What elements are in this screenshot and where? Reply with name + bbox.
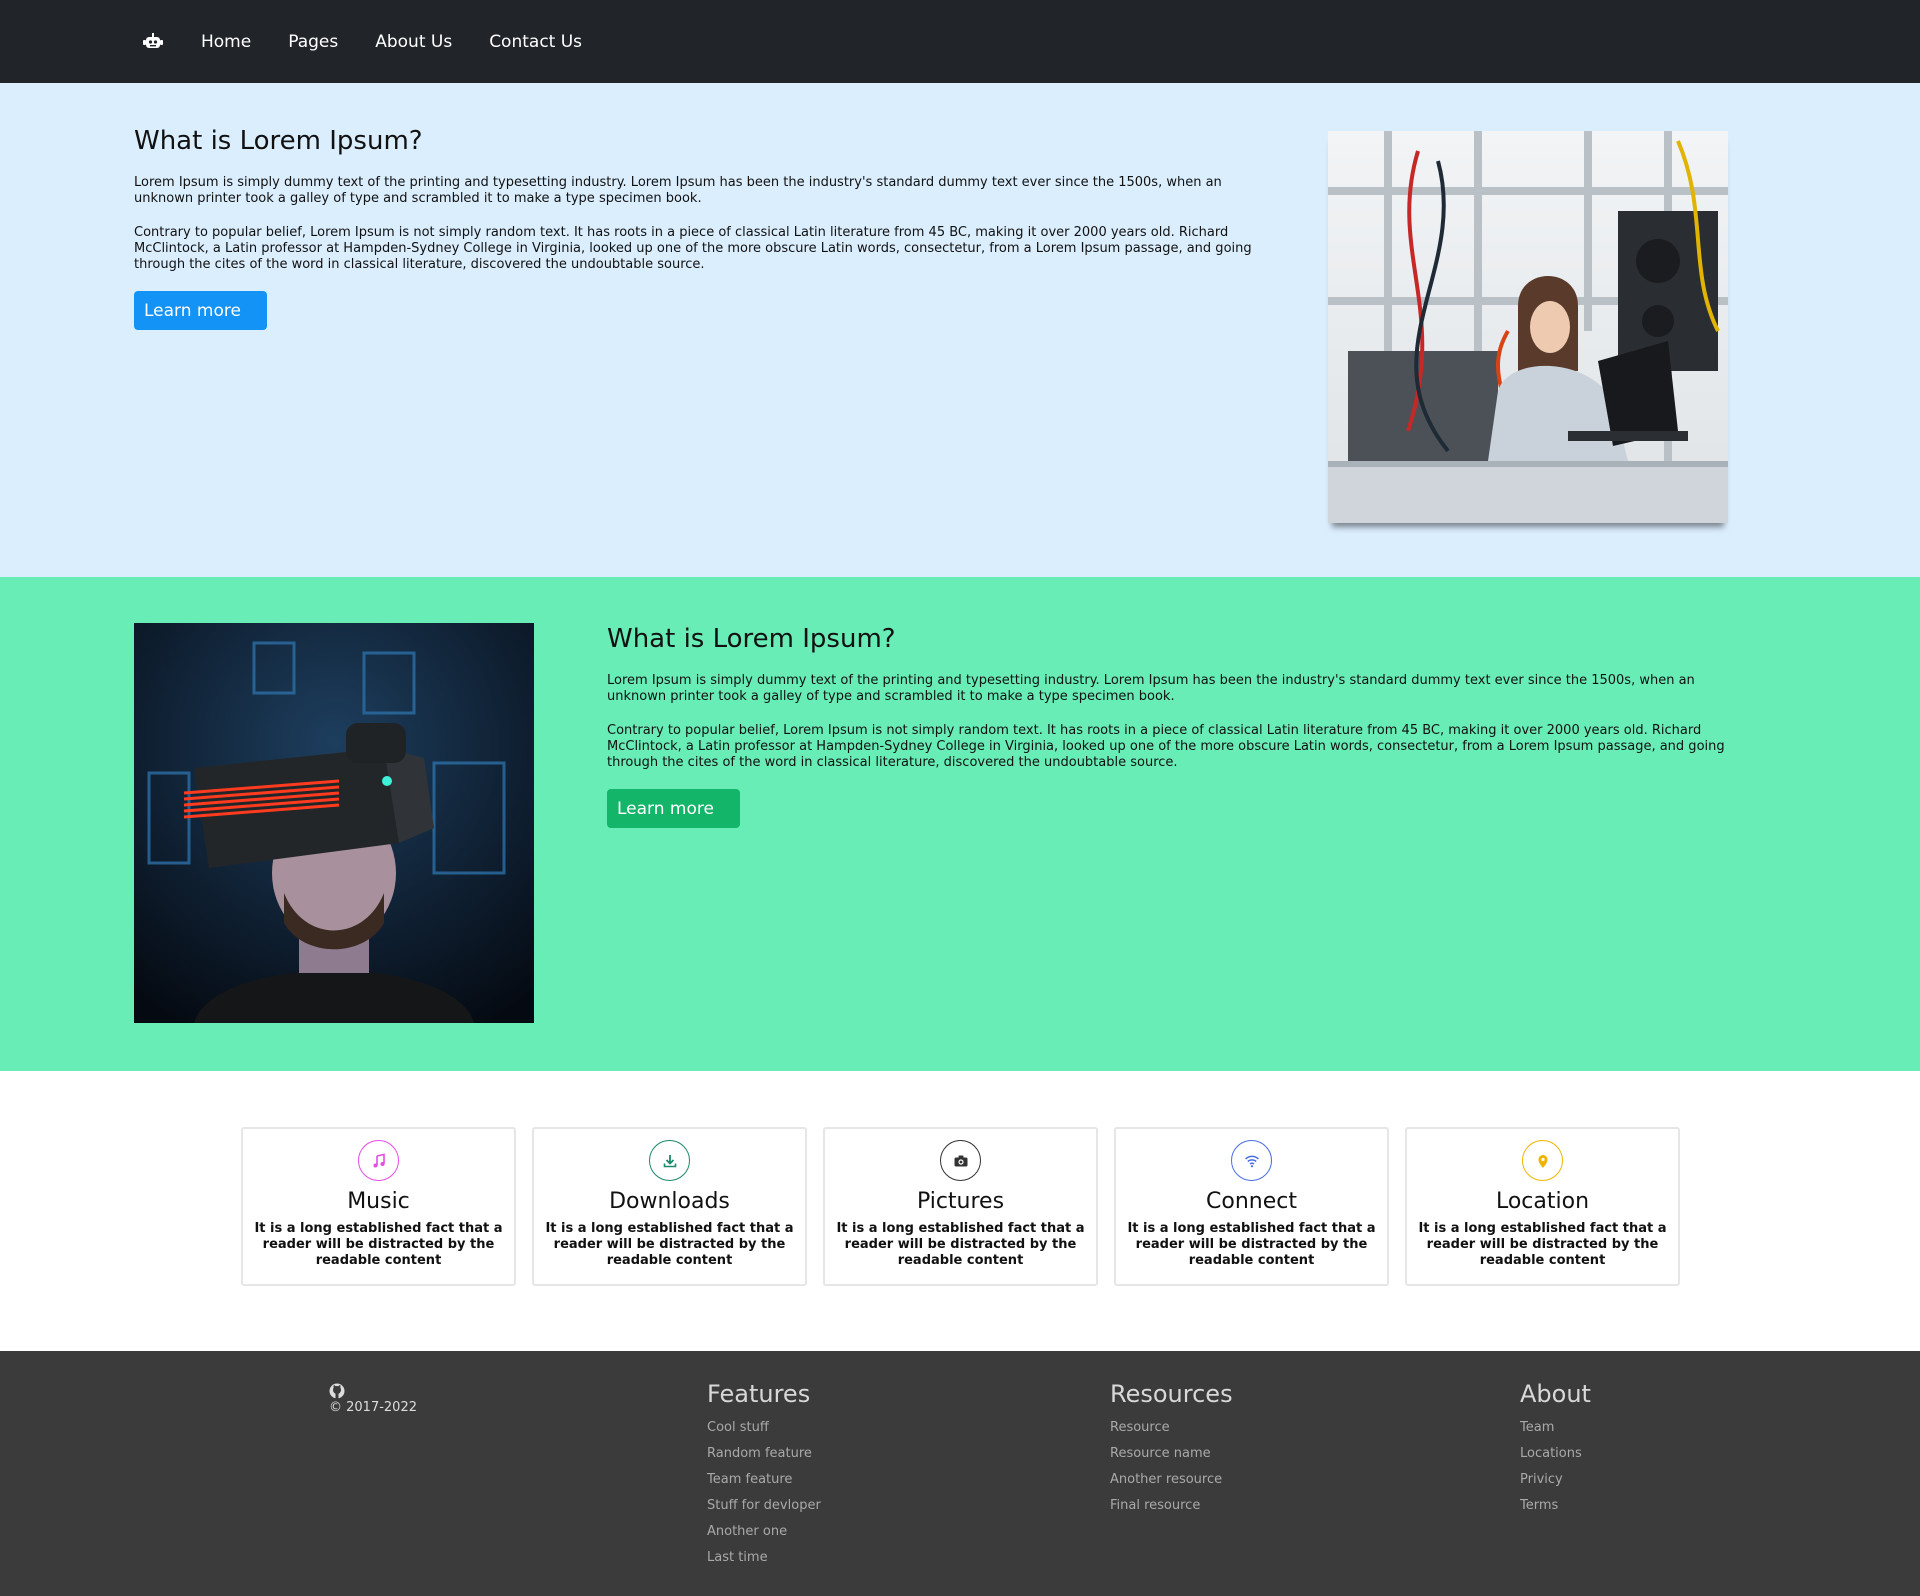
copyright-text: © 2017-2022 <box>329 1400 417 1415</box>
hero-2-learn-more-button[interactable]: Learn more <box>607 789 740 828</box>
footer-link[interactable]: Locations <box>1520 1441 1591 1467</box>
hero-1-title: What is Lorem Ipsum? <box>134 126 423 156</box>
feature-card-pictures[interactable]: Pictures It is a long established fact t… <box>823 1127 1098 1286</box>
footer-link[interactable]: Another resource <box>1110 1467 1233 1493</box>
footer-link[interactable]: Last time <box>707 1545 821 1571</box>
footer-column-features: Features Cool stuff Random feature Team … <box>707 1379 821 1571</box>
hero-1-learn-more-button[interactable]: Learn more <box>134 291 267 330</box>
feature-card-downloads[interactable]: Downloads It is a long established fact … <box>532 1127 807 1286</box>
footer-link[interactable]: Cool stuff <box>707 1415 821 1441</box>
hero-2-title: What is Lorem Ipsum? <box>607 624 896 654</box>
feature-description: It is a long established fact that a rea… <box>545 1221 794 1268</box>
feature-description: It is a long established fact that a rea… <box>836 1221 1085 1268</box>
footer-link[interactable]: Team feature <box>707 1467 821 1493</box>
feature-card-music[interactable]: Music It is a long established fact that… <box>241 1127 516 1286</box>
feature-title: Pictures <box>916 1189 1005 1214</box>
wifi-icon <box>1231 1140 1272 1181</box>
camera-icon <box>940 1140 981 1181</box>
hero-section-1: What is Lorem Ipsum? Lorem Ipsum is simp… <box>0 83 1920 577</box>
footer-column-title: About <box>1520 1380 1591 1408</box>
hero-2-paragraph-1: Lorem Ipsum is simply dummy text of the … <box>607 673 1695 704</box>
features-section: Music It is a long established fact that… <box>0 1071 1920 1351</box>
nav-contact-us[interactable]: Contact Us <box>489 32 582 52</box>
nav-about-us[interactable]: About Us <box>375 32 452 52</box>
nav-links: Home Pages About Us Contact Us <box>201 0 619 83</box>
footer-link[interactable]: Resource name <box>1110 1441 1233 1467</box>
footer-column-title: Resources <box>1110 1380 1233 1408</box>
footer-column-title: Features <box>707 1380 811 1408</box>
hero-1-paragraph-2: Contrary to popular belief, Lorem Ipsum … <box>134 225 1252 272</box>
footer-link[interactable]: Privicy <box>1520 1467 1591 1493</box>
lab-engineer-photo <box>1328 131 1728 523</box>
footer-column-resources: Resources Resource Resource name Another… <box>1110 1379 1233 1519</box>
footer-link[interactable]: Stuff for devloper <box>707 1493 821 1519</box>
download-icon <box>649 1140 690 1181</box>
footer-link[interactable]: Team <box>1520 1415 1591 1441</box>
vr-headset-man-photo <box>134 623 534 1023</box>
music-icon <box>358 1140 399 1181</box>
footer-link[interactable]: Terms <box>1520 1493 1591 1519</box>
feature-title: Location <box>1495 1189 1590 1214</box>
hero-1-paragraph-1: Lorem Ipsum is simply dummy text of the … <box>134 175 1222 206</box>
feature-title: Downloads <box>609 1189 730 1214</box>
footer-column-about: About Team Locations Privicy Terms <box>1520 1379 1591 1519</box>
footer-link[interactable]: Final resource <box>1110 1493 1233 1519</box>
footer-link[interactable]: Random feature <box>707 1441 821 1467</box>
footer-link[interactable]: Another one <box>707 1519 821 1545</box>
github-icon[interactable] <box>329 1383 345 1399</box>
feature-description: It is a long established fact that a rea… <box>1127 1221 1376 1268</box>
location-pin-icon <box>1522 1140 1563 1181</box>
top-navbar: Home Pages About Us Contact Us <box>0 0 1920 83</box>
feature-card-location[interactable]: Location It is a long established fact t… <box>1405 1127 1680 1286</box>
feature-description: It is a long established fact that a rea… <box>254 1221 503 1268</box>
footer-link[interactable]: Resource <box>1110 1415 1233 1441</box>
nav-home[interactable]: Home <box>201 32 251 52</box>
feature-description: It is a long established fact that a rea… <box>1418 1221 1667 1268</box>
feature-card-connect[interactable]: Connect It is a long established fact th… <box>1114 1127 1389 1286</box>
feature-title: Connect <box>1206 1189 1297 1214</box>
hero-section-2: What is Lorem Ipsum? Lorem Ipsum is simp… <box>0 577 1920 1071</box>
robot-icon[interactable] <box>143 33 163 51</box>
hero-1-text: What is Lorem Ipsum? Lorem Ipsum is simp… <box>134 125 1254 330</box>
nav-pages[interactable]: Pages <box>288 32 338 52</box>
footer: © 2017-2022 Features Cool stuff Random f… <box>0 1351 1920 1596</box>
hero-2-paragraph-2: Contrary to popular belief, Lorem Ipsum … <box>607 723 1725 770</box>
hero-2-text: What is Lorem Ipsum? Lorem Ipsum is simp… <box>607 623 1727 828</box>
footer-brand: © 2017-2022 <box>329 1383 417 1415</box>
feature-title: Music <box>347 1189 410 1214</box>
